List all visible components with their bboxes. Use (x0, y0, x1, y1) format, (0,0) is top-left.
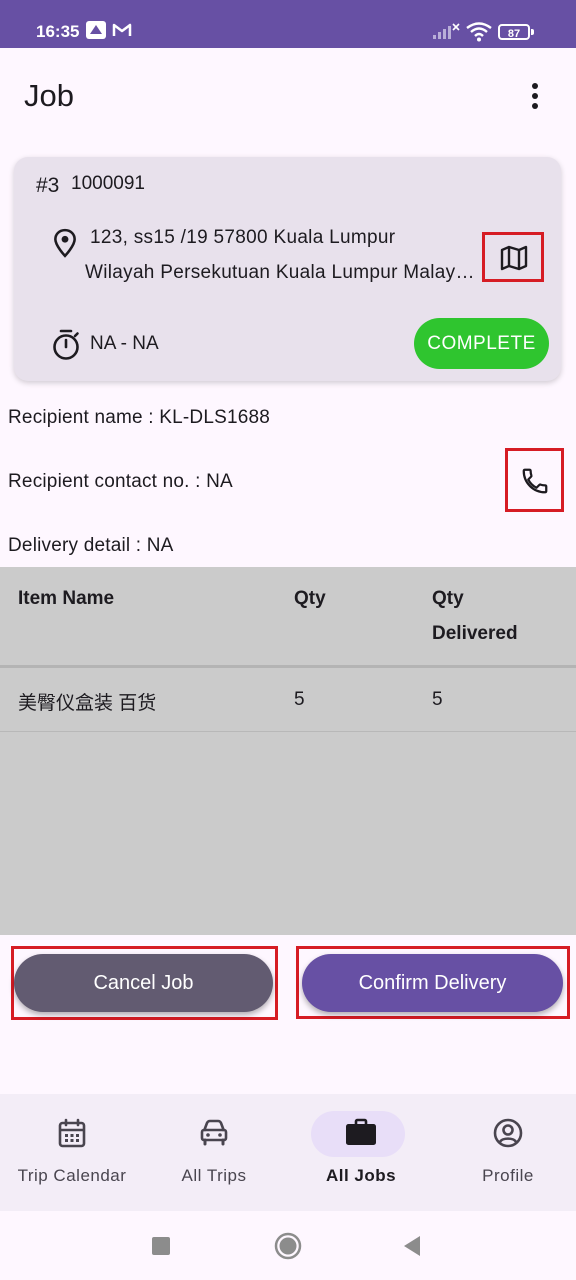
gmail-icon (112, 23, 132, 36)
delivery-detail: Delivery detail : NA (8, 535, 174, 556)
battery-tip (531, 29, 534, 35)
nav-label-trip-calendar: Trip Calendar (17, 1166, 127, 1185)
time-range: NA - NA (90, 333, 159, 354)
account-circle-icon (493, 1118, 523, 1148)
wifi-icon (466, 22, 492, 42)
nav-item-all-jobs[interactable]: All Jobs (289, 1094, 433, 1211)
system-navigation-bar (0, 1211, 576, 1280)
more-vert-icon (532, 83, 538, 89)
recipient-contact: Recipient contact no. : NA (8, 471, 233, 492)
nav-icon-wrap (289, 1118, 433, 1151)
phone-icon (522, 468, 548, 494)
map-icon (500, 245, 528, 271)
status-badge: COMPLETE (414, 318, 549, 369)
column-header-qty-delivered-line2: Delivered (432, 623, 518, 644)
battery-indicator: 87 (498, 24, 530, 40)
column-header-qty-delivered-line1: Qty (432, 588, 464, 609)
recipient-name: Recipient name : KL-DLS1688 (8, 407, 271, 428)
nav-label-profile: Profile (482, 1166, 534, 1185)
table-header-divider (0, 665, 576, 668)
address-line-2: Wilayah Persekutuan Kuala Lumpur Malaysi… (85, 262, 477, 283)
confirm-delivery-button[interactable]: Confirm Delivery (302, 954, 563, 1012)
status-bar: 16:35 87 (0, 0, 576, 48)
recents-button[interactable] (152, 1237, 170, 1255)
column-header-qty-delivered: Qty Delivered (432, 581, 518, 651)
column-header-qty: Qty (294, 588, 326, 609)
job-code: 1000091 (71, 173, 145, 194)
job-index: #3 (36, 174, 60, 197)
nav-item-profile[interactable]: Profile (436, 1094, 576, 1211)
address-line-1: 123, ss15 /19 57800 Kuala Lumpur (90, 227, 396, 248)
column-header-item-name: Item Name (18, 588, 115, 609)
nav-icon-wrap (142, 1118, 286, 1151)
nav-icon-wrap (0, 1118, 144, 1153)
more-vert-icon-dot (532, 93, 538, 99)
nav-icon-wrap (436, 1118, 576, 1153)
signal-icon (433, 23, 460, 39)
page-title: Job (24, 78, 74, 113)
nav-item-all-trips[interactable]: All Trips (142, 1094, 286, 1211)
timer-icon (53, 329, 79, 360)
overflow-menu-button[interactable] (520, 80, 550, 112)
nav-label-all-trips: All Trips (181, 1166, 247, 1185)
more-vert-icon-dot (532, 103, 538, 109)
open-map-button[interactable] (482, 232, 544, 282)
cancel-job-button[interactable]: Cancel Job (14, 954, 273, 1012)
status-time: 16:35 (36, 22, 80, 41)
table-cell-qty-delivered: 5 (432, 689, 443, 710)
briefcase-icon (346, 1118, 376, 1145)
nav-item-trip-calendar[interactable]: Trip Calendar (0, 1094, 144, 1211)
table-row-divider (0, 731, 576, 732)
car-icon (200, 1119, 228, 1146)
home-button[interactable] (274, 1232, 302, 1260)
calendar-icon (58, 1118, 86, 1148)
location-pin-icon (54, 228, 76, 258)
call-recipient-button[interactable] (505, 448, 564, 512)
notification-app-icon (86, 21, 106, 39)
table-cell-item-name: 美臀仪盒装 百货 (18, 693, 157, 714)
table-cell-qty: 5 (294, 689, 305, 710)
back-button[interactable] (402, 1235, 422, 1257)
nav-label-all-jobs: All Jobs (325, 1166, 397, 1185)
